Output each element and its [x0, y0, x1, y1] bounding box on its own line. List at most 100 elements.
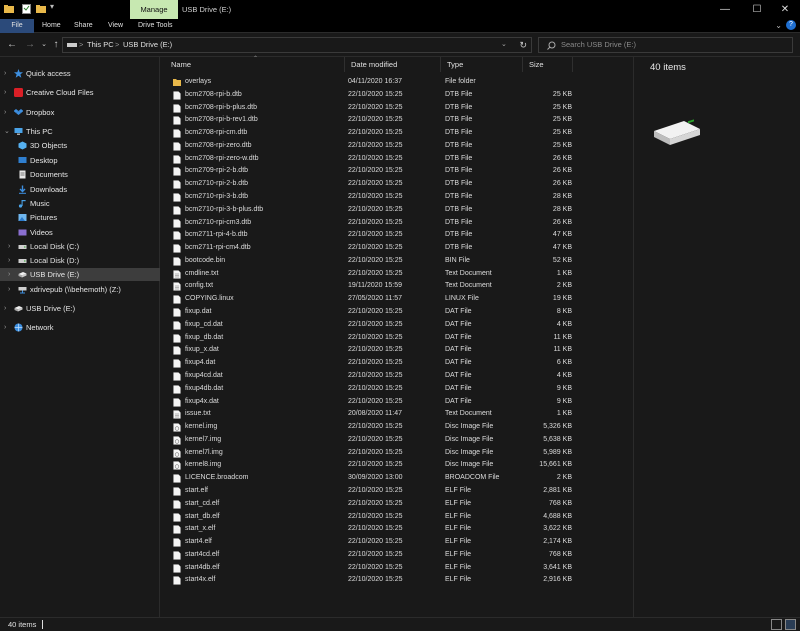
- file-row[interactable]: fixup_cd.dat 22/10/2020 15:25 DAT File 4 KB: [161, 319, 633, 332]
- file-row[interactable]: cmdline.txt 22/10/2020 15:25 Text Document…: [161, 268, 633, 281]
- sidebar-item-usb-drive-e[interactable]: › USB Drive (E:): [0, 302, 160, 315]
- file-row[interactable]: LICENCE.broadcom 30/09/2020 13:00 BROADCOM…: [161, 472, 633, 485]
- file-row[interactable]: fixup_x.dat 22/10/2020 15:25 DAT File 11 KB: [161, 344, 633, 357]
- file-row[interactable]: start4.elf 22/10/2020 15:25 ELF File 2,174 …: [161, 536, 633, 549]
- expand-chevron-icon[interactable]: ›: [8, 254, 10, 267]
- expand-chevron-icon[interactable]: ›: [4, 106, 6, 119]
- file-row[interactable]: fixup.dat 22/10/2020 15:25 DAT File 8 KB: [161, 306, 633, 319]
- expand-chevron-icon[interactable]: ›: [8, 283, 10, 296]
- file-row[interactable]: bootcode.bin 22/10/2020 15:25 BIN File 52 K…: [161, 255, 633, 268]
- file-row[interactable]: bcm2708-rpi-zero.dtb 22/10/2020 15:25 DTB …: [161, 140, 633, 153]
- file-row[interactable]: bcm2708-rpi-b-rev1.dtb 22/10/2020 15:25 DT…: [161, 114, 633, 127]
- sidebar-item-downloads[interactable]: Downloads: [0, 183, 160, 196]
- column-header-type[interactable]: Type: [441, 57, 523, 72]
- column-header-name[interactable]: Name: [165, 57, 345, 72]
- folder-row[interactable]: overlays 04/11/2020 16:37 File folder: [161, 76, 633, 89]
- expand-chevron-icon[interactable]: ›: [4, 86, 6, 99]
- expand-chevron-icon[interactable]: ⌄: [4, 125, 10, 138]
- file-row[interactable]: fixup4x.dat 22/10/2020 15:25 DAT File 9 KB: [161, 396, 633, 409]
- file-row[interactable]: config.txt 19/11/2020 15:59 Text Document 2…: [161, 280, 633, 293]
- refresh-icon[interactable]: ↻: [519, 38, 527, 52]
- minimize-button[interactable]: —: [710, 0, 740, 19]
- file-type: Disc Image File: [445, 435, 494, 443]
- maximize-button[interactable]: ☐: [742, 0, 772, 19]
- search-input[interactable]: Search USB Drive (E:): [538, 37, 793, 53]
- file-row[interactable]: fixup4.dat 22/10/2020 15:25 DAT File 6 KB: [161, 357, 633, 370]
- file-row[interactable]: kernel7.img 22/10/2020 15:25 Disc Image Fi…: [161, 434, 633, 447]
- file-row[interactable]: bcm2710-rpi-cm3.dtb 22/10/2020 15:25 DTB F…: [161, 217, 633, 230]
- sidebar-item-quick-access[interactable]: › Quick access: [0, 67, 160, 80]
- address-bar[interactable]: > This PC > USB Drive (E:) ⌄ ↻: [62, 37, 532, 53]
- sidebar-item-local-disk-c[interactable]: › Local Disk (C:): [0, 240, 160, 253]
- customize-toolbar-icon[interactable]: ▾: [50, 2, 54, 11]
- up-button[interactable]: ↑: [50, 38, 62, 52]
- file-row[interactable]: fixup_db.dat 22/10/2020 15:25 DAT File 11 K…: [161, 332, 633, 345]
- file-row[interactable]: bcm2710-rpi-2-b.dtb 22/10/2020 15:25 DTB F…: [161, 178, 633, 191]
- sidebar-item-3d-objects[interactable]: 3D Objects: [0, 139, 160, 152]
- file-row[interactable]: kernel.img 22/10/2020 15:25 Disc Image Fil…: [161, 421, 633, 434]
- tab-drive-tools[interactable]: Drive Tools: [138, 19, 173, 33]
- expand-chevron-icon[interactable]: ›: [8, 268, 10, 281]
- file-row[interactable]: bcm2710-rpi-3-b.dtb 22/10/2020 15:25 DTB F…: [161, 191, 633, 204]
- file-row[interactable]: start4db.elf 22/10/2020 15:25 ELF File 3,64…: [161, 562, 633, 575]
- sidebar-item-dropbox[interactable]: › Dropbox: [0, 106, 160, 119]
- tab-home[interactable]: Home: [42, 19, 61, 33]
- properties-icon[interactable]: [22, 4, 31, 14]
- breadcrumb-usb-drive[interactable]: USB Drive (E:): [123, 38, 172, 52]
- column-header-size[interactable]: Size: [523, 57, 573, 72]
- sidebar-item-pictures[interactable]: Pictures: [0, 211, 160, 224]
- file-row[interactable]: start4x.elf 22/10/2020 15:25 ELF File 2,916…: [161, 574, 633, 587]
- tab-share[interactable]: Share: [74, 19, 93, 33]
- expand-chevron-icon[interactable]: ›: [8, 240, 10, 253]
- details-view-button[interactable]: [771, 619, 782, 630]
- sidebar-item-desktop[interactable]: Desktop: [0, 154, 160, 167]
- file-name: fixup4.dat: [185, 359, 216, 367]
- file-row[interactable]: start_x.elf 22/10/2020 15:25 ELF File 3,622…: [161, 523, 633, 536]
- back-button[interactable]: ←: [6, 38, 18, 52]
- file-row[interactable]: start.elf 22/10/2020 15:25 ELF File 2,881 K…: [161, 485, 633, 498]
- expand-chevron-icon[interactable]: ›: [4, 302, 6, 315]
- expand-chevron-icon[interactable]: ›: [4, 67, 6, 80]
- large-icons-view-button[interactable]: [785, 619, 796, 630]
- file-row[interactable]: COPYING.linux 27/05/2020 11:57 LINUX File 1…: [161, 293, 633, 306]
- sidebar-item-xdrivepub-behemoth-z[interactable]: › xdrivepub (\\behemoth) (Z:): [0, 283, 160, 296]
- sidebar-item-local-disk-d[interactable]: › Local Disk (D:): [0, 254, 160, 267]
- tab-manage[interactable]: Manage: [130, 0, 178, 19]
- file-row[interactable]: bcm2708-rpi-cm.dtb 22/10/2020 15:25 DTB Fi…: [161, 127, 633, 140]
- file-type: DAT File: [445, 371, 472, 379]
- column-header-date[interactable]: Date modified: [345, 57, 441, 72]
- file-row[interactable]: bcm2709-rpi-2-b.dtb 22/10/2020 15:25 DTB F…: [161, 165, 633, 178]
- file-row[interactable]: fixup4db.dat 22/10/2020 15:25 DAT File 9 KB: [161, 383, 633, 396]
- address-dropdown-icon[interactable]: ⌄: [501, 38, 507, 52]
- sidebar-item-documents[interactable]: Documents: [0, 168, 160, 181]
- sidebar-item-videos[interactable]: Videos: [0, 226, 160, 239]
- file-row[interactable]: bcm2708-rpi-b-plus.dtb 22/10/2020 15:25 DT…: [161, 102, 633, 115]
- file-row[interactable]: fixup4cd.dat 22/10/2020 15:25 DAT File 4 KB: [161, 370, 633, 383]
- new-folder-icon[interactable]: [36, 4, 46, 14]
- file-row[interactable]: bcm2708-rpi-b.dtb 22/10/2020 15:25 DTB Fil…: [161, 89, 633, 102]
- close-button[interactable]: ✕: [770, 0, 800, 19]
- help-icon[interactable]: ?: [786, 20, 796, 30]
- breadcrumb-this-pc[interactable]: This PC: [87, 38, 114, 52]
- file-row[interactable]: bcm2711-rpi-cm4.dtb 22/10/2020 15:25 DTB F…: [161, 242, 633, 255]
- forward-button[interactable]: →: [24, 38, 36, 52]
- expand-ribbon-icon[interactable]: ⌄: [775, 21, 782, 30]
- file-row[interactable]: start_db.elf 22/10/2020 15:25 ELF File 4,68…: [161, 511, 633, 524]
- file-row[interactable]: bcm2710-rpi-3-b-plus.dtb 22/10/2020 15:25…: [161, 204, 633, 217]
- recent-locations-icon[interactable]: ⌄: [38, 38, 50, 52]
- tab-view[interactable]: View: [108, 19, 123, 33]
- file-row[interactable]: start_cd.elf 22/10/2020 15:25 ELF File 768 …: [161, 498, 633, 511]
- file-row[interactable]: kernel7l.img 22/10/2020 15:25 Disc Image F…: [161, 447, 633, 460]
- sidebar-item-network[interactable]: › Network: [0, 321, 160, 334]
- expand-chevron-icon[interactable]: ›: [4, 321, 6, 334]
- file-row[interactable]: bcm2711-rpi-4-b.dtb 22/10/2020 15:25 DTB F…: [161, 229, 633, 242]
- sidebar-item-music[interactable]: Music: [0, 197, 160, 210]
- sidebar-item-usb-drive-e[interactable]: › USB Drive (E:): [0, 268, 160, 281]
- file-row[interactable]: start4cd.elf 22/10/2020 15:25 ELF File 768 …: [161, 549, 633, 562]
- sidebar-item-this-pc[interactable]: ⌄ This PC: [0, 125, 160, 138]
- file-row[interactable]: kernel8.img 22/10/2020 15:25 Disc Image Fi…: [161, 459, 633, 472]
- file-row[interactable]: issue.txt 20/08/2020 11:47 Text Document 1 …: [161, 408, 633, 421]
- tab-file[interactable]: File: [0, 19, 34, 33]
- sidebar-item-creative-cloud-files[interactable]: › Creative Cloud Files: [0, 86, 160, 99]
- file-row[interactable]: bcm2708-rpi-zero-w.dtb 22/10/2020 15:25 DT…: [161, 153, 633, 166]
